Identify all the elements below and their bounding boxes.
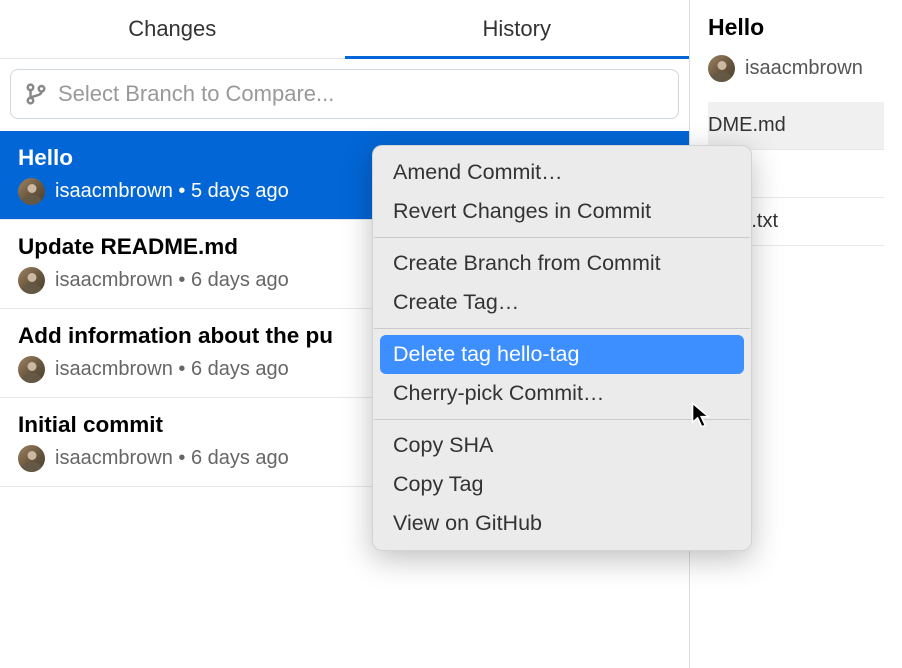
context-menu-item[interactable]: Amend Commit… [373, 153, 751, 192]
tab-changes[interactable]: Changes [0, 0, 345, 58]
commit-time: 6 days ago [191, 358, 289, 380]
commit-time: 6 days ago [191, 269, 289, 291]
commit-author: isaacmbrown [55, 180, 173, 202]
avatar [18, 267, 45, 294]
compare-row: Select Branch to Compare... [0, 59, 689, 131]
dot-separator: • [173, 269, 191, 291]
context-menu-item[interactable]: View on GitHub [373, 504, 751, 543]
dot-separator: • [173, 447, 191, 469]
avatar [708, 55, 735, 82]
author-name: isaacmbrown [745, 57, 863, 80]
changed-file-item[interactable]: DME.md [708, 102, 884, 150]
avatar [18, 178, 45, 205]
git-branch-icon [25, 82, 47, 106]
branch-compare-selector[interactable]: Select Branch to Compare... [10, 69, 679, 119]
commit-time: 6 days ago [191, 447, 289, 469]
commit-author: isaacmbrown [55, 447, 173, 469]
dot-separator: • [173, 358, 191, 380]
commit-detail-title: Hello [708, 14, 884, 41]
menu-divider [374, 419, 750, 420]
tab-bar: Changes History [0, 0, 689, 59]
commit-author: isaacmbrown [55, 358, 173, 380]
commit-author: isaacmbrown [55, 269, 173, 291]
commit-context-menu: Amend Commit…Revert Changes in Commit Cre… [372, 145, 752, 551]
context-menu-item[interactable]: Delete tag hello-tag [380, 335, 744, 374]
context-menu-item[interactable]: Copy SHA [373, 426, 751, 465]
context-menu-item[interactable]: Create Branch from Commit [373, 244, 751, 283]
context-menu-item[interactable]: Create Tag… [373, 283, 751, 322]
branch-compare-placeholder: Select Branch to Compare... [58, 81, 334, 107]
context-menu-item[interactable]: Copy Tag [373, 465, 751, 504]
avatar [18, 356, 45, 383]
commit-time: 5 days ago [191, 180, 289, 202]
menu-divider [374, 328, 750, 329]
context-menu-item[interactable]: Revert Changes in Commit [373, 192, 751, 231]
tab-history[interactable]: History [345, 0, 690, 58]
context-menu-item[interactable]: Cherry-pick Commit… [373, 374, 751, 413]
commit-detail-author: isaacmbrown [708, 55, 884, 82]
menu-divider [374, 237, 750, 238]
avatar [18, 445, 45, 472]
dot-separator: • [173, 180, 191, 202]
